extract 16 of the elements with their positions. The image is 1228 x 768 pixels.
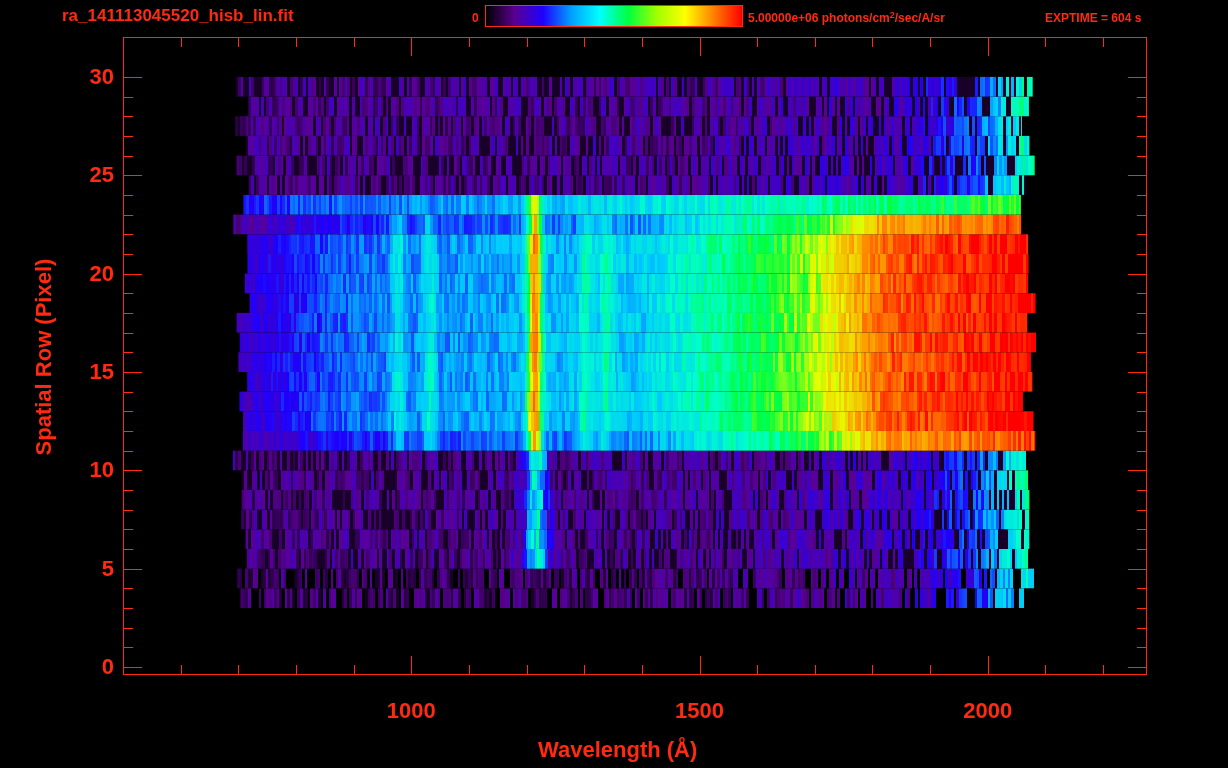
x-tick-label: 2000 bbox=[962, 699, 1014, 723]
x-tick-label: 1500 bbox=[674, 699, 725, 723]
y-tick-label: 20 bbox=[89, 261, 114, 286]
exposure-time: EXPTIME = 604 s bbox=[1045, 11, 1142, 25]
plot-title: ra_141113045520_hisb_lin.fit bbox=[62, 6, 294, 26]
x-axis-label: Wavelength (Å) bbox=[538, 737, 698, 763]
y-tick-label: 30 bbox=[89, 64, 114, 89]
y-tick-label: 0 bbox=[101, 655, 114, 679]
colorbar-max-label: 5.00000e+06 photons/cm$^{2}$/sec/A/sr bbox=[748, 11, 945, 25]
colorbar-min-label: 0 bbox=[472, 11, 479, 25]
y-tick-label: 10 bbox=[89, 458, 114, 483]
y-tick-label: 25 bbox=[89, 163, 114, 188]
x-tick-label: 1000 bbox=[385, 699, 437, 723]
y-tick-label: 5 bbox=[101, 556, 114, 581]
y-axis-label: Spatial Row (Pixel) bbox=[31, 257, 57, 458]
y-tick-label: 15 bbox=[89, 359, 114, 384]
